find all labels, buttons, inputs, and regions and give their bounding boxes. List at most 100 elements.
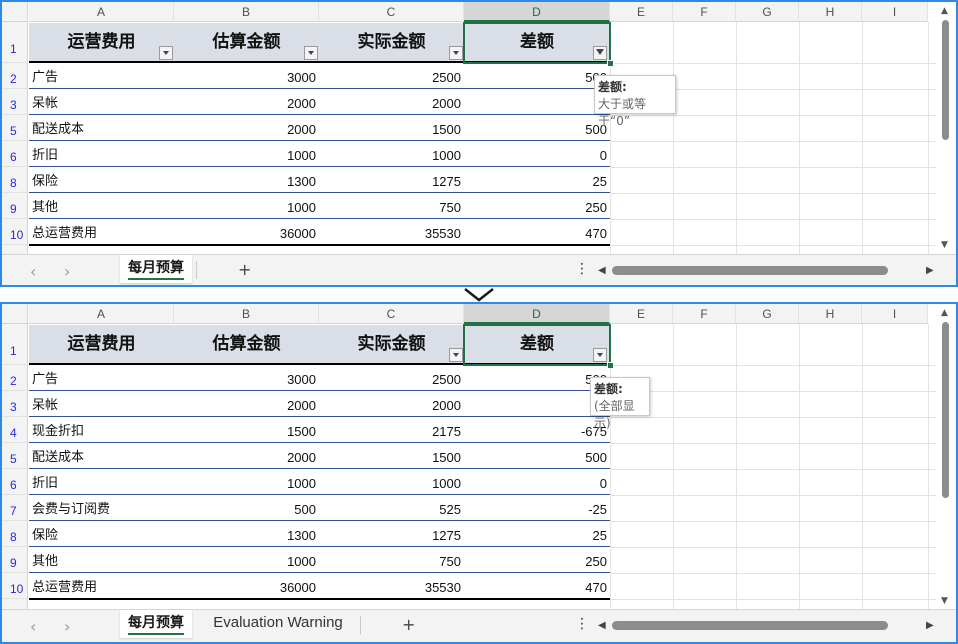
filter-dropdown-button[interactable] [159,46,173,60]
table-cell[interactable]: 广告 [29,63,174,89]
table-cell[interactable]: 500 [464,63,610,89]
column-header-b[interactable]: B [174,304,319,324]
table-cell[interactable]: 0 [464,141,610,167]
scroll-up-icon[interactable]: ▲ [941,308,948,318]
column-header-h[interactable]: H [799,2,862,22]
filter-dropdown-button[interactable] [304,46,318,60]
table-cell[interactable]: 总运营费用 [29,219,174,245]
scroll-left-icon[interactable]: ◀ [598,265,606,276]
sheet-tab-evaluation-warning[interactable]: Evaluation Warning [202,610,354,638]
header-cell-estimated[interactable]: 估算金额 [174,23,319,62]
scroll-right-icon[interactable]: ▶ [926,265,934,276]
table-cell[interactable]: 2500 [319,365,464,391]
table-cell[interactable]: 0 [464,469,610,495]
scroll-down-icon[interactable]: ▼ [941,596,948,606]
select-all-corner[interactable] [2,304,28,324]
column-header-f[interactable]: F [673,2,736,22]
table-cell[interactable]: 3000 [174,365,319,391]
table-cell[interactable]: 现金折扣 [29,417,174,443]
chevron-left-icon[interactable]: ‹ [30,262,36,281]
vertical-scroll-thumb[interactable] [942,20,949,140]
table-cell[interactable]: 2000 [174,115,319,141]
scroll-right-icon[interactable]: ▶ [926,620,934,631]
row-header[interactable]: 1 [2,324,28,365]
add-sheet-button[interactable]: + [402,615,415,634]
horizontal-scrollbar[interactable]: ◀ ▶ [598,265,938,276]
select-all-corner[interactable] [2,2,28,22]
row-header[interactable]: 10 [2,219,28,245]
table-cell[interactable]: 1000 [319,141,464,167]
column-header-c[interactable]: C [319,2,464,22]
table-cell[interactable]: 500 [464,365,610,391]
table-cell[interactable]: 1000 [174,141,319,167]
row-header[interactable]: 1 [2,22,28,63]
table-cell[interactable]: 配送成本 [29,115,174,141]
table-cell[interactable]: 配送成本 [29,443,174,469]
column-header-b[interactable]: B [174,2,319,22]
table-cell[interactable]: 470 [464,573,610,599]
column-header-a[interactable]: A [29,2,174,22]
column-header-g[interactable]: G [736,304,799,324]
sheet-tab-monthly-budget[interactable]: 每月预算 [120,610,192,638]
table-cell[interactable]: -25 [464,495,610,521]
table-cell[interactable]: 500 [174,495,319,521]
table-cell[interactable]: 2000 [174,391,319,417]
table-cell[interactable]: 750 [319,193,464,219]
column-header-i[interactable]: I [862,304,928,324]
table-cell[interactable]: 500 [464,443,610,469]
table-cell[interactable]: 1000 [319,469,464,495]
chevron-left-icon[interactable]: ‹ [30,617,36,636]
row-header[interactable]: 3 [2,89,28,115]
row-header[interactable]: 5 [2,443,28,469]
table-cell[interactable]: 1500 [319,115,464,141]
row-header[interactable]: 7 [2,495,28,521]
table-cell[interactable]: 1000 [174,193,319,219]
column-header-g[interactable]: G [736,2,799,22]
table-cell[interactable]: 2000 [174,89,319,115]
horizontal-scrollbar[interactable]: ◀ ▶ [598,620,938,631]
table-cell[interactable]: 36000 [174,573,319,599]
column-header-h[interactable]: H [799,304,862,324]
filter-dropdown-button[interactable] [449,348,463,362]
table-cell[interactable]: 470 [464,219,610,245]
scroll-up-icon[interactable]: ▲ [941,6,948,16]
table-cell[interactable]: 2000 [319,89,464,115]
header-cell-actual[interactable]: 实际金额 [319,23,464,62]
table-cell[interactable]: 其他 [29,193,174,219]
table-cell[interactable]: -675 [464,417,610,443]
table-cell[interactable]: 1000 [174,547,319,573]
table-cell[interactable]: 1000 [174,469,319,495]
row-header[interactable]: 10 [2,573,28,599]
row-header[interactable]: 6 [2,469,28,495]
vertical-scroll-thumb[interactable] [942,322,949,498]
column-header-d[interactable]: D [464,2,610,22]
table-cell[interactable]: 250 [464,547,610,573]
row-header[interactable]: 4 [2,417,28,443]
table-cell[interactable]: 呆帐 [29,89,174,115]
table-cell[interactable]: 2000 [174,443,319,469]
column-header-d[interactable]: D [464,304,610,324]
vertical-scrollbar[interactable]: ▲ ▼ [936,2,956,254]
add-sheet-button[interactable]: + [238,260,251,279]
header-cell-actual[interactable]: 实际金额 [319,325,464,364]
table-cell[interactable]: 广告 [29,365,174,391]
table-cell[interactable]: 2175 [319,417,464,443]
table-cell[interactable]: 1500 [319,443,464,469]
table-cell[interactable]: 1300 [174,167,319,193]
table-cell[interactable]: 36000 [174,219,319,245]
table-cell[interactable]: 0 [464,89,610,115]
scroll-down-icon[interactable]: ▼ [941,240,948,250]
table-cell[interactable]: 折旧 [29,469,174,495]
table-cell[interactable]: 折旧 [29,141,174,167]
row-header[interactable]: 3 [2,391,28,417]
column-header-f[interactable]: F [673,304,736,324]
column-header-e[interactable]: E [610,2,673,22]
row-header[interactable]: 8 [2,521,28,547]
row-header[interactable]: 8 [2,167,28,193]
table-cell[interactable]: 750 [319,547,464,573]
table-cell[interactable]: 250 [464,193,610,219]
row-header[interactable]: 5 [2,115,28,141]
table-cell[interactable]: 1300 [174,521,319,547]
table-cell[interactable]: 25 [464,521,610,547]
column-header-i[interactable]: I [862,2,928,22]
